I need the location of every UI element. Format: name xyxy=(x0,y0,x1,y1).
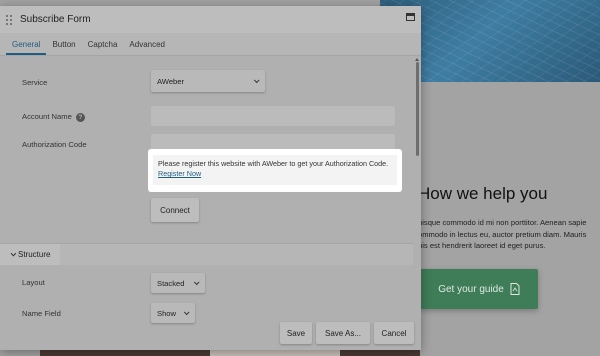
pdf-file-icon xyxy=(510,283,520,295)
name-field-label: Name Field xyxy=(22,309,61,318)
tab-button[interactable]: Button xyxy=(46,40,81,55)
help-icon[interactable]: ? xyxy=(75,112,85,122)
section-heading: How we help you xyxy=(418,184,548,203)
chevron-down-icon xyxy=(183,309,190,316)
settings-tabs: General Button Captcha Advanced xyxy=(0,33,421,56)
chevron-down-icon xyxy=(10,250,17,256)
dialog-titlebar[interactable]: Subscribe Form xyxy=(0,6,421,33)
account-name-label: Account Name? xyxy=(22,112,85,122)
structure-section-header: Structure xyxy=(0,243,413,265)
scroll-thumb[interactable] xyxy=(416,62,419,156)
dialog-content: Service AWeber Account Name? Authorizati… xyxy=(0,56,413,350)
authorization-notice: Please register this website with AWeber… xyxy=(148,149,402,192)
chevron-down-icon xyxy=(193,279,200,286)
layout-select[interactable]: Stacked xyxy=(151,273,205,293)
auth-code-label: Authorization Code xyxy=(22,140,87,149)
save-as-button[interactable]: Save As... xyxy=(316,322,370,344)
tab-advanced[interactable]: Advanced xyxy=(123,40,171,55)
scroll-up-icon[interactable] xyxy=(415,58,419,61)
tab-captcha[interactable]: Captcha xyxy=(82,40,124,55)
connect-button[interactable]: Connect xyxy=(151,198,199,222)
chevron-down-icon xyxy=(253,77,260,84)
name-field-select[interactable]: Show xyxy=(151,303,195,323)
dialog-scrollbar[interactable] xyxy=(414,56,421,350)
cancel-button[interactable]: Cancel xyxy=(374,322,414,344)
service-select[interactable]: AWeber xyxy=(151,70,265,92)
get-guide-button[interactable]: Get your guide xyxy=(420,269,538,309)
dialog-title: Subscribe Form xyxy=(20,14,91,25)
structure-toggle[interactable]: Structure xyxy=(0,244,60,265)
drag-handle-icon[interactable] xyxy=(6,13,12,27)
service-label: Service xyxy=(22,78,48,87)
section-body-text: uisque commodo id mi non porttitor. Aene… xyxy=(418,218,587,250)
maximize-icon[interactable] xyxy=(406,13,415,21)
layout-label: Layout xyxy=(22,278,45,287)
register-now-link[interactable]: Register Now xyxy=(158,169,201,178)
tab-general[interactable]: General xyxy=(6,40,47,55)
save-button[interactable]: Save xyxy=(280,322,312,344)
notice-text: Please register this website with AWeber… xyxy=(153,155,397,185)
account-name-field[interactable] xyxy=(151,106,395,126)
